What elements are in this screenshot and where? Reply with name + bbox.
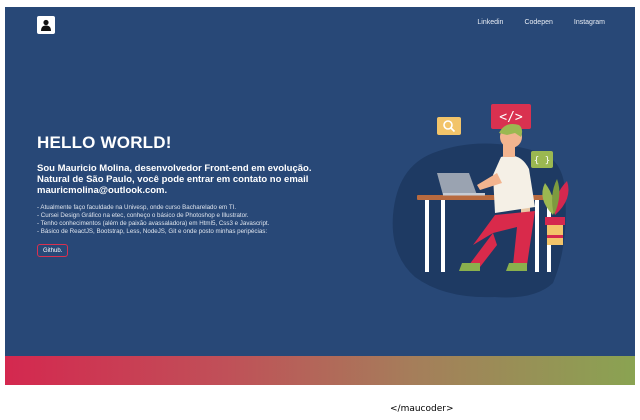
search-icon: [437, 117, 461, 135]
hero-title: HELLO WORLD!: [37, 133, 172, 152]
svg-text:</>: </>: [499, 110, 523, 125]
bio-item: - Tenho conhecimentos (além de paixão av…: [37, 220, 270, 227]
bio-item: - Cursei Design Gráfico na etec, conheço…: [37, 212, 249, 219]
github-button[interactable]: Github.: [37, 244, 69, 257]
page-frame: Linkedin Codepen Instagram HELLO WORLD! …: [5, 7, 635, 385]
top-nav: Linkedin Codepen Instagram: [477, 19, 605, 26]
svg-text:{ }: { }: [534, 156, 550, 166]
nav-instagram[interactable]: Instagram: [574, 19, 605, 26]
nav-linkedin[interactable]: Linkedin: [477, 19, 503, 26]
footer-gradient-bar: [5, 356, 635, 385]
bio-item: - Básico de ReactJS, Bootstrap, Less, No…: [37, 228, 268, 235]
developer-illustration: </> { }: [392, 104, 569, 298]
bio-item: - Atualmente faço faculdade na Univesp, …: [37, 204, 237, 211]
logo-user-icon[interactable]: [37, 16, 55, 34]
desk-top: [417, 195, 557, 200]
footer-signature: </maucoder>: [390, 404, 454, 414]
nav-codepen[interactable]: Codepen: [524, 19, 552, 26]
braces-icon: { }: [531, 151, 553, 168]
hero-subtitle: Sou Mauricio Molina, desenvolvedor Front…: [37, 163, 312, 196]
bio-list: - Atualmente faço faculdade na Univesp, …: [37, 204, 269, 236]
